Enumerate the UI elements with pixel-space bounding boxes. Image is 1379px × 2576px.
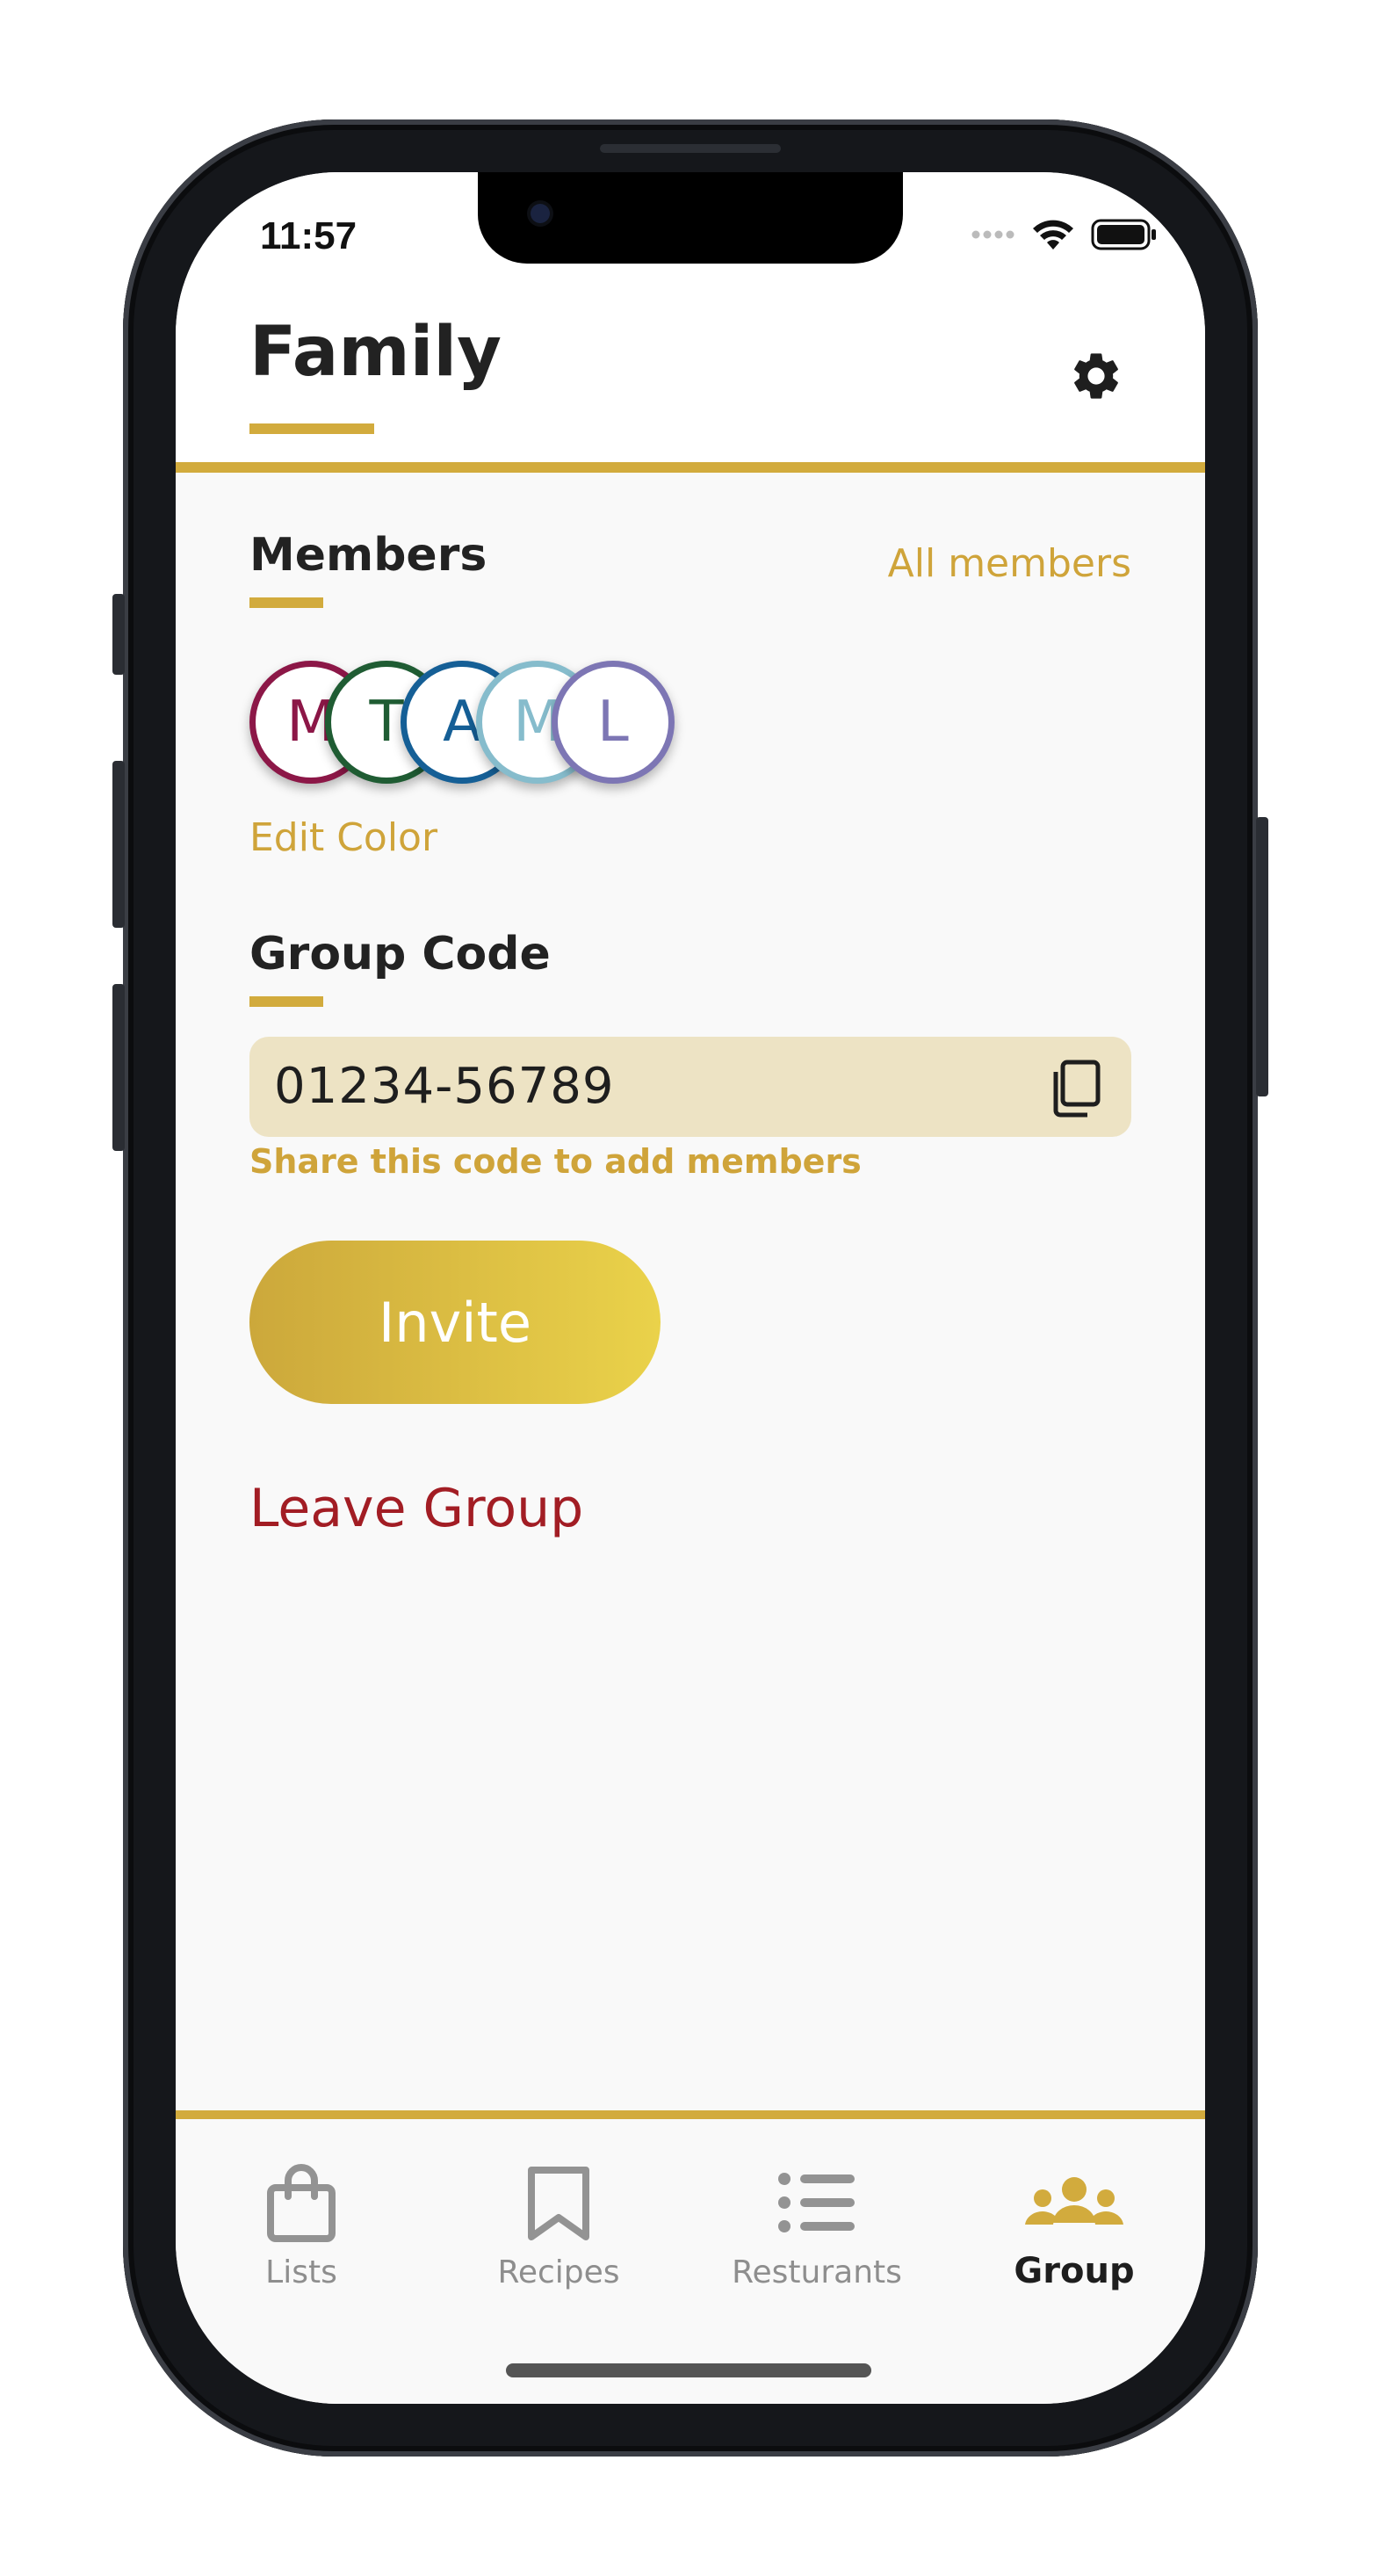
camera-notch bbox=[478, 172, 903, 264]
leave-group-button[interactable]: Leave Group bbox=[249, 1478, 583, 1539]
app-screen: 11:57 Family Members All members M T A M… bbox=[176, 172, 1205, 2404]
bookmark-icon bbox=[528, 2167, 589, 2240]
earpiece-speaker bbox=[600, 144, 781, 153]
member-avatars[interactable]: M T A M L bbox=[249, 661, 706, 789]
people-group-icon bbox=[1025, 2177, 1123, 2225]
share-code-hint: Share this code to add members bbox=[249, 1142, 862, 1181]
group-code-title: Group Code bbox=[249, 928, 551, 980]
volume-down-button bbox=[112, 984, 125, 1151]
tab-label: Resturants bbox=[732, 2254, 902, 2290]
cellular-signal-icon bbox=[971, 230, 1014, 239]
tab-bar: Lists Recipes Resturants Group bbox=[176, 2119, 1205, 2404]
members-title: Members bbox=[249, 529, 487, 582]
power-button bbox=[1256, 817, 1268, 1096]
all-members-link[interactable]: All members bbox=[888, 541, 1131, 586]
tab-label: Lists bbox=[265, 2254, 337, 2290]
status-icons bbox=[971, 218, 1158, 251]
tab-label: Recipes bbox=[497, 2254, 620, 2290]
wifi-icon bbox=[1033, 220, 1073, 250]
tab-resturants[interactable]: Resturants bbox=[711, 2163, 922, 2321]
silent-switch bbox=[112, 594, 125, 675]
edit-color-link[interactable]: Edit Color bbox=[249, 815, 437, 860]
page-title: Family bbox=[249, 313, 502, 392]
battery-icon bbox=[1091, 219, 1156, 250]
list-icon bbox=[778, 2173, 855, 2232]
invite-button[interactable]: Invite bbox=[249, 1241, 661, 1404]
shopping-bag-icon bbox=[267, 2164, 336, 2242]
group-code-underline bbox=[249, 996, 323, 1007]
status-time: 11:57 bbox=[260, 214, 357, 257]
tab-group[interactable]: Group bbox=[969, 2163, 1180, 2321]
group-code-field: 01234-56789 bbox=[249, 1037, 1131, 1137]
tab-lists[interactable]: Lists bbox=[196, 2163, 407, 2321]
gear-icon bbox=[1074, 353, 1118, 399]
copy-icon bbox=[1053, 1060, 1101, 1118]
avatar-initial: L bbox=[597, 690, 629, 755]
invite-button-label: Invite bbox=[379, 1290, 531, 1355]
header-divider bbox=[176, 462, 1205, 473]
title-underline bbox=[249, 423, 374, 434]
tab-label: Group bbox=[1014, 2251, 1135, 2291]
settings-button[interactable] bbox=[1068, 348, 1124, 404]
tab-bar-divider bbox=[176, 2110, 1205, 2119]
members-underline bbox=[249, 597, 323, 608]
tab-recipes[interactable]: Recipes bbox=[453, 2163, 664, 2321]
home-indicator bbox=[506, 2363, 871, 2377]
group-code-value: 01234-56789 bbox=[274, 1058, 615, 1115]
member-avatar[interactable]: L bbox=[552, 661, 675, 784]
avatar-initial: T bbox=[369, 690, 404, 755]
volume-up-button bbox=[112, 761, 125, 928]
copy-code-button[interactable] bbox=[1049, 1060, 1101, 1118]
app-header: 11:57 Family bbox=[176, 172, 1205, 471]
front-camera bbox=[531, 204, 550, 223]
